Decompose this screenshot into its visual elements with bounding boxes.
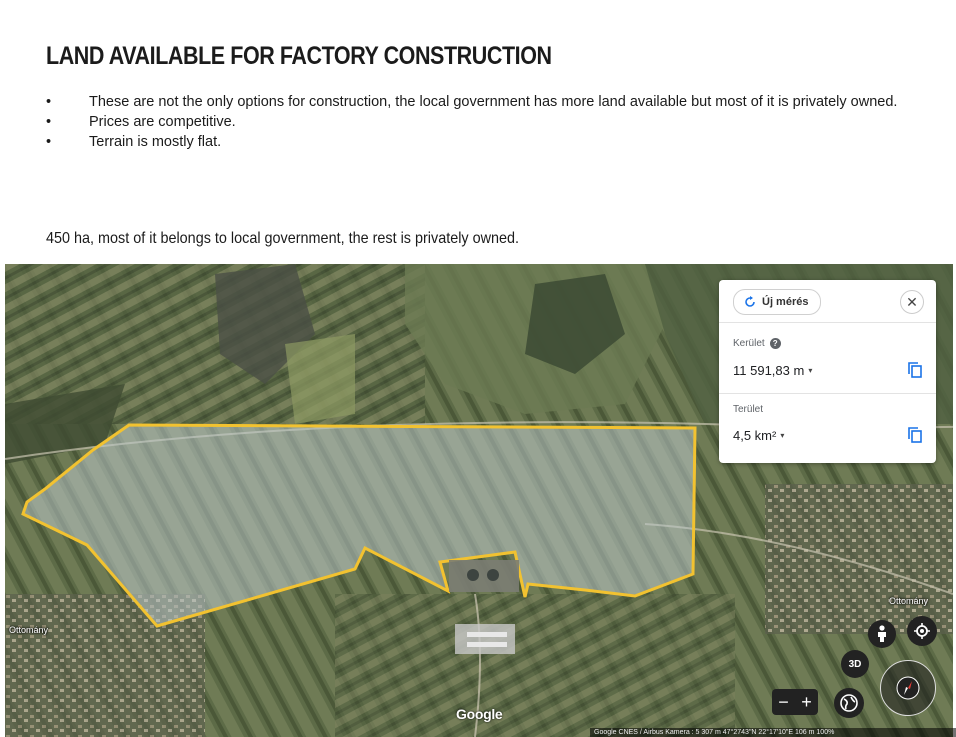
zoom-out-button[interactable]: −: [772, 689, 795, 715]
new-measurement-label: Új mérés: [762, 296, 809, 308]
bullet-marker: •: [46, 94, 52, 110]
bullet-text: These are not the only options for const…: [89, 94, 898, 110]
perimeter-value-dropdown[interactable]: 11 591,83 m ▾: [733, 363, 812, 378]
pegman-icon: [878, 625, 886, 642]
town-label: Ottomány: [9, 625, 49, 635]
bullet-item: • Prices are competitive.: [46, 112, 926, 132]
perimeter-label-row: Kerület ?: [733, 338, 781, 349]
map-caption: 450 ha, most of it belongs to local gove…: [46, 230, 520, 247]
my-location-button[interactable]: [907, 616, 937, 646]
close-icon: ✕: [906, 293, 918, 310]
help-icon[interactable]: ?: [769, 338, 781, 349]
refresh-icon: [745, 296, 755, 307]
chevron-down-icon: ▾: [808, 366, 813, 375]
compass-button[interactable]: [880, 660, 936, 716]
area-value-dropdown[interactable]: 4,5 km² ▾: [733, 428, 784, 443]
copy-icon[interactable]: [908, 362, 922, 378]
bullet-marker: •: [46, 114, 52, 130]
perimeter-value: 11 591,83 m: [733, 363, 805, 378]
measure-panel: Új mérés ✕ Kerület ? 11 591,83 m ▾ Terül…: [719, 280, 936, 463]
3d-toggle-button[interactable]: 3D: [841, 650, 869, 678]
area-label: Terület: [733, 404, 764, 415]
google-logo: Google: [456, 706, 503, 722]
compass-icon: [896, 676, 920, 700]
bullet-text: Prices are competitive.: [89, 114, 236, 130]
new-measurement-button[interactable]: Új mérés: [733, 289, 822, 315]
map-attribution: Google CNES / Airbus Kamera : 5 307 m 47…: [590, 728, 956, 737]
pegman-button[interactable]: [868, 620, 896, 648]
chevron-down-icon: ▾: [780, 431, 785, 440]
bullet-marker: •: [46, 134, 52, 150]
divider: [719, 393, 936, 394]
perimeter-label: Kerület: [733, 338, 765, 349]
area-value: 4,5 km²: [733, 428, 777, 443]
page-title: LAND AVAILABLE FOR FACTORY CONSTRUCTION: [46, 42, 552, 70]
copy-icon[interactable]: [908, 427, 922, 443]
zoom-controls: − +: [772, 689, 818, 715]
bullet-list: • These are not the only options for cons…: [46, 92, 926, 152]
close-panel-button[interactable]: ✕: [900, 290, 924, 314]
bullet-item: • Terrain is mostly flat.: [46, 132, 926, 152]
globe-icon: [840, 694, 858, 712]
bullet-text: Terrain is mostly flat.: [89, 134, 222, 150]
zoom-in-button[interactable]: +: [795, 689, 818, 715]
location-icon: [914, 623, 930, 639]
town-label: Ottomány: [889, 596, 929, 606]
globe-button[interactable]: [834, 688, 864, 718]
bullet-item: • These are not the only options for cons…: [46, 92, 926, 112]
divider: [719, 322, 936, 323]
